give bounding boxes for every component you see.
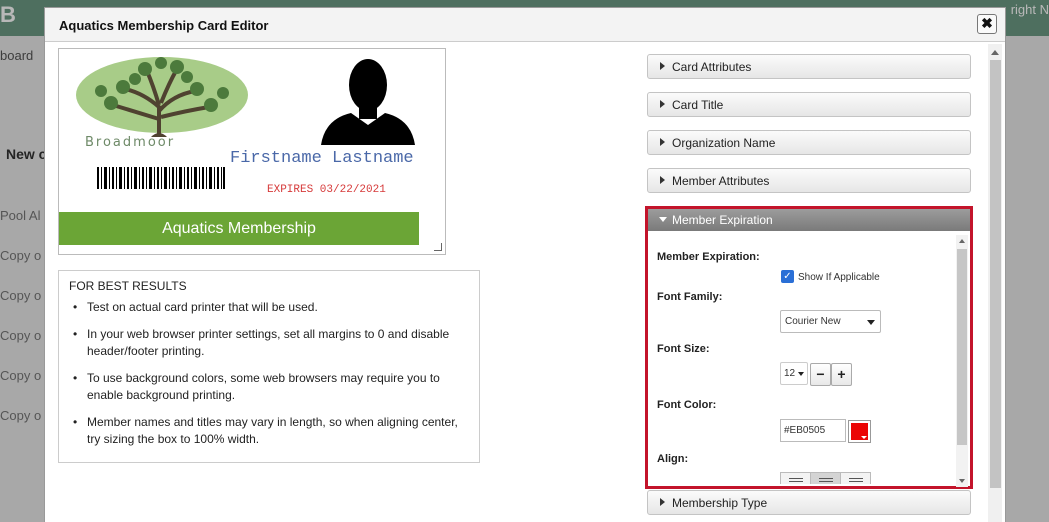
tip-item: Member names and titles may vary in leng…: [69, 414, 469, 448]
caret-right-icon: [660, 176, 665, 184]
card-preview[interactable]: Broadmoor Firstname Lastname EXPIRES 03/…: [58, 48, 446, 255]
section-scrollbar-thumb[interactable]: [957, 249, 967, 445]
tips-list: Test on actual card printer that will be…: [69, 299, 469, 448]
decrease-font-size-button[interactable]: −: [810, 363, 831, 386]
dialog-scrollbar-thumb[interactable]: [990, 60, 1001, 488]
tip-item: Test on actual card printer that will be…: [69, 299, 469, 316]
font-color-label: Font Color:: [657, 399, 717, 411]
section-label: Organization Name: [672, 136, 776, 150]
font-family-label: Font Family:: [657, 291, 723, 303]
color-picker-swatch[interactable]: [848, 420, 871, 443]
align-center-button[interactable]: [810, 472, 841, 484]
member-expiration-label: Member Expiration:: [657, 251, 760, 263]
section-label: Card Attributes: [672, 60, 752, 74]
section-member-expiration-header[interactable]: Member Expiration: [648, 209, 970, 231]
section-organization-name[interactable]: Organization Name: [647, 130, 971, 155]
resize-handle[interactable]: [434, 243, 442, 251]
member-photo-placeholder-icon: [321, 59, 415, 145]
align-left-icon: [789, 478, 803, 479]
close-button[interactable]: ✖: [977, 14, 997, 34]
align-label: Align:: [657, 453, 689, 465]
organization-logo-text: Broadmoor: [85, 135, 176, 150]
caret-right-icon: [660, 138, 665, 146]
section-card-attributes[interactable]: Card Attributes: [647, 54, 971, 79]
font-color-input[interactable]: #EB0505: [780, 419, 846, 442]
section-label: Member Attributes: [672, 174, 770, 188]
caret-down-icon: [659, 217, 667, 222]
align-right-button[interactable]: [840, 472, 871, 484]
dialog-scrollbar[interactable]: [988, 44, 1002, 522]
section-label: Membership Type: [672, 496, 768, 510]
scroll-up-icon[interactable]: [959, 239, 965, 243]
expiration-date-text[interactable]: EXPIRES 03/22/2021: [267, 184, 386, 196]
card-title-band[interactable]: Aquatics Membership: [59, 212, 419, 245]
increase-font-size-button[interactable]: +: [831, 363, 852, 386]
best-results-tips: FOR BEST RESULTS Test on actual card pri…: [58, 270, 480, 463]
show-if-applicable-checkbox[interactable]: ✓: [781, 270, 794, 283]
section-membership-type[interactable]: Membership Type: [647, 490, 971, 515]
font-size-select[interactable]: 12: [780, 362, 808, 385]
font-family-value: Courier New: [785, 316, 841, 327]
tip-item: To use background colors, some web brows…: [69, 370, 469, 404]
font-color-value: #EB0505: [784, 425, 826, 436]
tip-item: In your web browser printer settings, se…: [69, 326, 469, 360]
dialog-title: Aquatics Membership Card Editor: [59, 18, 269, 33]
align-left-button[interactable]: [780, 472, 811, 484]
font-size-value: 12: [784, 368, 796, 379]
tips-title: FOR BEST RESULTS: [69, 279, 187, 293]
align-center-icon: [819, 478, 833, 479]
color-swatch-icon: [851, 423, 868, 440]
scroll-up-icon[interactable]: [991, 50, 999, 55]
section-member-attributes[interactable]: Member Attributes: [647, 168, 971, 193]
section-card-title[interactable]: Card Title: [647, 92, 971, 117]
section-scrollbar[interactable]: [956, 235, 968, 487]
show-if-applicable-label[interactable]: Show If Applicable: [798, 272, 880, 283]
chevron-down-icon: [798, 372, 804, 376]
font-size-label: Font Size:: [657, 343, 710, 355]
font-family-select[interactable]: Courier New: [780, 310, 881, 333]
chevron-down-icon: [867, 320, 875, 325]
caret-right-icon: [660, 62, 665, 70]
section-label: Member Expiration: [672, 213, 773, 227]
caret-right-icon: [660, 100, 665, 108]
scroll-down-icon[interactable]: [959, 479, 965, 483]
align-right-icon: [849, 478, 863, 479]
card-editor-dialog: Aquatics Membership Card Editor ✖ Broadm…: [44, 7, 1006, 522]
dialog-header: Aquatics Membership Card Editor ✖: [45, 8, 1005, 42]
caret-right-icon: [660, 498, 665, 506]
member-name-text[interactable]: Firstname Lastname: [230, 149, 414, 168]
section-member-expiration: Member Expiration Member Expiration: ✓ S…: [645, 206, 973, 489]
barcode-icon: [97, 167, 225, 189]
section-label: Card Title: [672, 98, 724, 112]
